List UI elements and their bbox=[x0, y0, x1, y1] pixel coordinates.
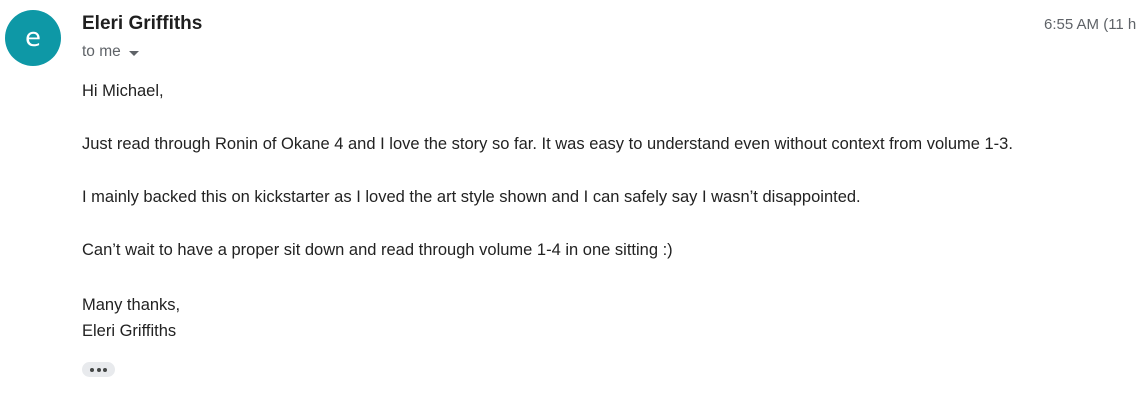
email-greeting: Hi Michael, bbox=[82, 82, 164, 100]
recipient-label: to me bbox=[82, 43, 121, 60]
avatar-letter: e bbox=[25, 23, 41, 53]
more-horizontal-icon-dot bbox=[103, 367, 107, 372]
sender-avatar[interactable]: e bbox=[5, 10, 61, 66]
email-paragraph-2: I mainly backed this on kickstarter as I… bbox=[82, 188, 861, 206]
email-message: e Eleri Griffiths 6:55 AM (11 h to me Hi… bbox=[0, 0, 1136, 414]
more-horizontal-icon-dot bbox=[96, 367, 101, 372]
email-signoff: Many thanks, bbox=[82, 296, 181, 314]
recipient-details-toggle[interactable]: to me bbox=[82, 43, 139, 61]
email-paragraph-3: Can’t wait to have a proper sit down and… bbox=[82, 241, 673, 259]
more-horizontal-icon-dot bbox=[90, 367, 94, 372]
email-signature: Eleri Griffiths bbox=[82, 322, 177, 340]
message-timestamp: 6:55 AM (11 h bbox=[1044, 16, 1136, 33]
sender-name[interactable]: Eleri Griffiths bbox=[82, 13, 202, 35]
caret-down-icon[interactable] bbox=[128, 50, 139, 56]
email-paragraph-1: Just read through Ronin of Okane 4 and I… bbox=[82, 135, 1013, 153]
show-trimmed-content-button[interactable] bbox=[82, 362, 115, 377]
